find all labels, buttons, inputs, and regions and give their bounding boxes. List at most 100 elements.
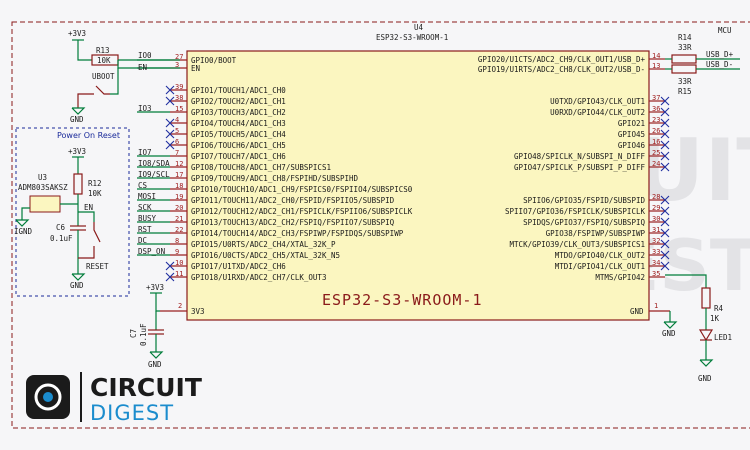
wire [155, 293, 160, 312]
net-label: BUSY [138, 214, 157, 223]
logo-dot [43, 392, 53, 402]
pin-number: 28 [652, 193, 660, 201]
wire [78, 246, 95, 259]
pin-number: 18 [175, 182, 183, 190]
pin-number: 9 [175, 248, 179, 256]
pin-label: GPIO10/TOUCH10/ADC1_CH9/FSPICS0/FSPIIO4/… [191, 185, 413, 194]
pin-label: MTMS/GPIO42 [595, 273, 645, 282]
pin-label: GPIO45 [618, 130, 645, 139]
pin-number: 14 [652, 52, 660, 60]
gnd-symbol [699, 359, 714, 367]
pin-label-gnd: GND [630, 307, 644, 316]
r14-body [671, 54, 697, 64]
wire [78, 211, 95, 222]
u3-body [29, 195, 61, 213]
ignd-label: IGND [14, 227, 33, 236]
pin-label: GPIO13/TOUCH13/ADC2_CH2/FSPIQ/FSPIIO7/SU… [191, 218, 395, 227]
logo-line1: CIRCUIT [90, 373, 202, 402]
r15-body [671, 64, 697, 74]
pin-number: 5 [175, 127, 179, 135]
c7-ref: C7 [129, 329, 138, 338]
module-value: ESP32-S3-WROOM-1 [376, 33, 448, 42]
vcc-label-c7: +3V3 [146, 283, 164, 292]
module-body-label: ESP32-S3-WROOM-1 [322, 291, 483, 309]
r4-ref: R4 [714, 304, 724, 313]
boot-switch [95, 85, 110, 95]
pin-label: SPIIO6/GPIO35/FSPID/SUBSPID [523, 196, 645, 205]
pin-label: GPIO11/TOUCH11/ADC2_CH0/FSPID/FSPIIO5/SU… [191, 196, 395, 205]
r12-ref: R12 [88, 179, 102, 188]
pin-label: MTCK/GPIO39/CLK_OUT3/SUBSPICS1 [510, 240, 645, 249]
pin-label: GPIO38/FSPIWP/SUBSPIWP [546, 229, 646, 238]
led1-body [698, 329, 714, 342]
pin-label: GPIO46 [618, 141, 646, 150]
ignd-symbol [15, 219, 30, 227]
led1-ref: LED1 [714, 333, 732, 342]
circuit-digest-logo: CIRCUIT DIGEST [26, 372, 202, 425]
net-label: SCK [138, 203, 152, 212]
pin-number: 12 [175, 160, 183, 168]
schematic-svg: CIRCUIT DIGEST MCU U4 ESP32-S3-WROOM-1 E… [11, 21, 750, 429]
power-on-reset-title: Power On Reset [57, 131, 120, 140]
pin-label: GPIO2/TOUCH2/ADC1_CH1 [191, 97, 286, 106]
pin-number: 16 [652, 138, 660, 146]
pin-label: GPIO15/U0RTS/ADC2_CH4/XTAL_32K_P [191, 240, 336, 249]
pin-label: MTDI/GPIO41/CLK_OUT1 [555, 262, 645, 271]
r15-ref: R15 [678, 87, 692, 96]
usb-dm-label: USB_D- [706, 60, 733, 69]
gnd-label-module: GND [662, 329, 676, 338]
gnd-label-boot: GND [70, 115, 84, 124]
pin-label: SPIIO7/GPIO36/FSPICLK/SUBSPICLK [505, 207, 645, 216]
pin-label: GPIO4/TOUCH4/ADC1_CH3 [191, 119, 286, 128]
pin-number: 23 [652, 116, 660, 124]
pin-label: GPIO5/TOUCH5/ADC1_CH4 [191, 130, 286, 139]
r13-ref: R13 [96, 46, 110, 55]
pin-number: 38 [175, 94, 183, 102]
gnd-label-led: GND [698, 374, 712, 383]
wire [77, 48, 92, 61]
pin-number: 11 [175, 270, 183, 278]
pin-label: GPIO14/TOUCH14/ADC2_CH3/FSPIWP/FSPIDQS/S… [191, 229, 404, 238]
reset-circuit: +3V3 R12 10K EN U3 ADM803SAKSZ IGND C6 0… [14, 147, 109, 290]
gnd-symbol [71, 273, 86, 281]
pin-label-3v3: 3V3 [191, 307, 205, 316]
pin-number: 7 [175, 149, 179, 157]
pin-label: GPIO48/SPICLK_N/SUBSPI_N_DIFF [514, 152, 645, 161]
pin-number: 17 [175, 171, 183, 179]
en-label: EN [84, 203, 93, 212]
pin-label: GPIO6/TOUCH6/ADC1_CH5 [191, 141, 286, 150]
net-label: DSP_ON [138, 247, 165, 256]
pin-number: 37 [652, 94, 660, 102]
vcc-label-boot: +3V3 [68, 29, 86, 38]
pin-label: GPIO3/TOUCH3/ADC1_CH2 [191, 108, 286, 117]
pin-number: 13 [652, 62, 660, 70]
gnd-symbol [663, 321, 678, 329]
pin-number: 6 [175, 138, 179, 146]
net-label: CS [138, 181, 148, 190]
pin-label: U0TXD/GPIO43/CLK_OUT1 [550, 97, 645, 106]
net-label: IO3 [138, 104, 152, 113]
pin-number: 39 [175, 83, 183, 91]
gnd-label-c7: GND [148, 360, 162, 369]
pin-number: 21 [175, 215, 183, 223]
u3-value: ADM803SAKSZ [18, 183, 68, 192]
usb-circuit: R14 33R 33R R15 USB_D+ USB_D- [665, 33, 740, 96]
c6-value: 0.1uF [50, 234, 73, 243]
u3-ref: U3 [38, 173, 47, 182]
pin-number: 25 [652, 149, 660, 157]
reset-switch-label: RESET [86, 262, 109, 271]
pin-label: U0RXD/GPIO44/CLK_OUT2 [550, 108, 645, 117]
pin-number: 33 [652, 248, 660, 256]
net-en: EN [138, 63, 147, 72]
pin-label: MTDO/GPIO40/CLK_OUT2 [555, 251, 645, 260]
pin-label: GPIO20/U1CTS/ADC2_CH9/CLK_OUT1/USB_D+ [478, 55, 646, 64]
c7-value: 0.1uF [139, 323, 148, 346]
pin-number: 19 [175, 193, 183, 201]
net-label: RST [138, 225, 152, 234]
pin-number: 26 [652, 127, 660, 135]
pin-number: 29 [652, 204, 660, 212]
pin-number-gnd: 1 [654, 302, 658, 310]
pin-number: 31 [652, 226, 660, 234]
c6-ref: C6 [56, 223, 66, 232]
net-label: DC [138, 236, 147, 245]
